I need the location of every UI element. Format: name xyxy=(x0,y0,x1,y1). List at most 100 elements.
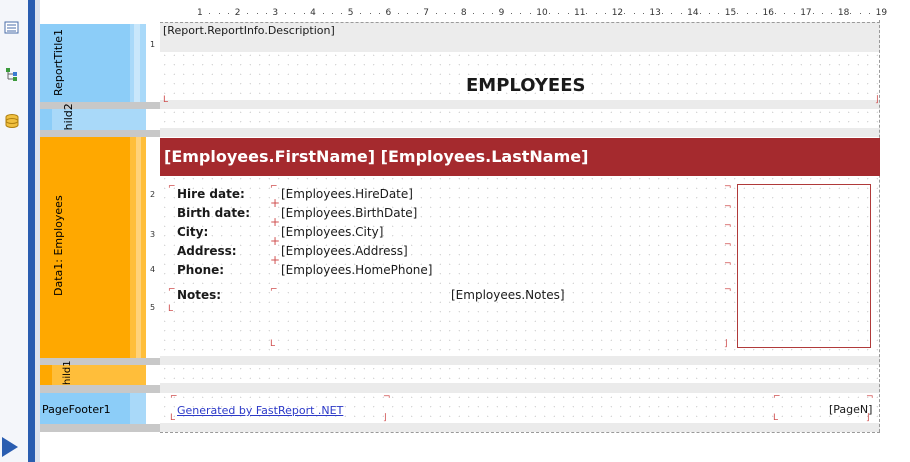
band-separator xyxy=(160,128,880,137)
ruler-tick xyxy=(605,13,607,14)
ruler-tick xyxy=(284,13,286,14)
ruler-number: 3 xyxy=(272,8,279,18)
ruler-tick xyxy=(331,13,333,14)
ruler-tick xyxy=(784,13,786,14)
generated-by-link[interactable]: Generated by FastReport .NET xyxy=(177,404,343,417)
ruler-tick xyxy=(492,13,494,14)
ruler-tick xyxy=(822,13,824,14)
ruler-number: 2 xyxy=(234,8,241,18)
band-separator xyxy=(40,424,160,432)
page-border-top xyxy=(160,22,880,23)
corner-mark: ⌋ xyxy=(724,339,728,349)
report-description-field[interactable]: [Report.ReportInfo.Description] xyxy=(163,24,335,37)
ruler-tick xyxy=(859,13,861,14)
properties-icon[interactable] xyxy=(4,66,20,82)
cross-mark: + xyxy=(270,196,281,210)
ruler-tick xyxy=(341,13,343,14)
corner-mark: ⌋ xyxy=(866,413,870,423)
band-page-footer-label: PageFooter1 xyxy=(42,403,111,416)
ruler-tick xyxy=(812,13,814,14)
ruler-tick xyxy=(303,13,305,14)
band-separator xyxy=(160,383,880,393)
ruler-tick xyxy=(360,13,362,14)
birth-date-field[interactable]: [Employees.BirthDate] xyxy=(281,206,417,220)
ruler-tick xyxy=(595,13,597,14)
ruler-number: 5 xyxy=(150,303,156,312)
city-field[interactable]: [Employees.City] xyxy=(281,225,383,239)
ruler-tick xyxy=(369,13,371,14)
ruler-number: 7 xyxy=(423,8,429,18)
corner-mark: ¬ xyxy=(866,392,874,402)
report-tree-icon[interactable] xyxy=(4,20,20,36)
data-icon[interactable] xyxy=(4,113,20,129)
employee-name-header[interactable]: [Employees.FirstName] [Employees.LastNam… xyxy=(160,138,880,176)
phone-field[interactable]: [Employees.HomePhone] xyxy=(281,263,432,277)
ruler-tick xyxy=(746,13,748,14)
ruler-tick xyxy=(529,13,531,14)
ruler-tick xyxy=(680,13,682,14)
corner-mark: ⌐ xyxy=(170,392,178,402)
ruler-number: 9 xyxy=(498,8,505,18)
ruler-tick xyxy=(558,13,560,14)
corner-mark: ¬ xyxy=(724,202,732,212)
ruler-number: 13 xyxy=(649,8,661,18)
top-ruler: 1 2 3 4 5 6 7 8 9 10 11 12 13 14 15 16 17 18 19 xyxy=(160,8,887,22)
address-field[interactable]: [Employees.Address] xyxy=(281,244,408,258)
page-border-bottom xyxy=(160,432,880,433)
expand-arrow-icon[interactable] xyxy=(2,437,18,457)
ruler-tick xyxy=(671,13,673,14)
corner-mark: ⌐ xyxy=(773,392,781,402)
city-label[interactable]: City: xyxy=(177,225,208,239)
left-toolbar xyxy=(0,0,29,462)
ruler-number: 16 xyxy=(762,8,774,18)
notes-field[interactable]: [Employees.Notes] xyxy=(451,288,565,302)
band-separator xyxy=(40,385,160,393)
ruler-tick xyxy=(520,13,522,14)
corner-mark: L xyxy=(773,413,779,423)
ruler-tick xyxy=(435,13,437,14)
corner-mark: ¬ xyxy=(724,240,732,250)
corner-mark: ¬ xyxy=(724,221,732,231)
ruler-number: 4 xyxy=(150,265,156,274)
report-title-text[interactable]: EMPLOYEES xyxy=(466,75,585,96)
corner-mark: ¬ xyxy=(724,285,732,295)
ruler-number: 4 xyxy=(310,8,316,18)
ruler-tick xyxy=(256,13,258,14)
birth-date-label[interactable]: Birth date: xyxy=(177,206,250,220)
corner-mark: ⌋ xyxy=(383,413,387,423)
band-separator xyxy=(160,100,880,109)
ruler-tick xyxy=(294,13,296,14)
ruler-number: 17 xyxy=(800,8,812,18)
corner-mark: L xyxy=(170,413,176,423)
band-separator xyxy=(40,130,160,137)
ruler-number: 3 xyxy=(150,230,156,239)
ruler-tick xyxy=(869,13,871,14)
ruler-number: 6 xyxy=(385,8,392,18)
employee-photo[interactable] xyxy=(737,184,871,348)
ruler-tick xyxy=(209,13,211,14)
phone-label[interactable]: Phone: xyxy=(177,263,224,277)
cross-mark: + xyxy=(270,234,281,248)
notes-label[interactable]: Notes: xyxy=(177,288,221,302)
band-page-footer-strip xyxy=(130,393,146,424)
corner-mark: ⌐ xyxy=(270,285,278,295)
hire-date-label[interactable]: Hire date: xyxy=(177,187,245,201)
ruler-number: 18 xyxy=(837,8,850,18)
ruler-tick xyxy=(756,13,758,14)
ruler-tick xyxy=(708,13,710,14)
band-report-title-label: ReportTitle1 xyxy=(52,28,65,96)
corner-mark: ⌐ xyxy=(168,285,176,295)
corner-mark: L xyxy=(163,95,169,105)
ruler-tick xyxy=(718,13,720,14)
band-child2-right-strip xyxy=(130,109,146,130)
ruler-tick xyxy=(397,13,399,14)
band-separator xyxy=(160,356,880,365)
ruler-tick xyxy=(322,13,324,14)
ruler-tick xyxy=(850,13,852,14)
ruler-tick xyxy=(831,13,833,14)
address-label[interactable]: Address: xyxy=(177,244,237,258)
footer-link-holder: Generated by FastReport .NET xyxy=(177,403,343,417)
hire-date-field[interactable]: [Employees.HireDate] xyxy=(281,187,413,201)
corner-mark: L xyxy=(168,304,174,314)
ruler-tick xyxy=(586,13,588,14)
